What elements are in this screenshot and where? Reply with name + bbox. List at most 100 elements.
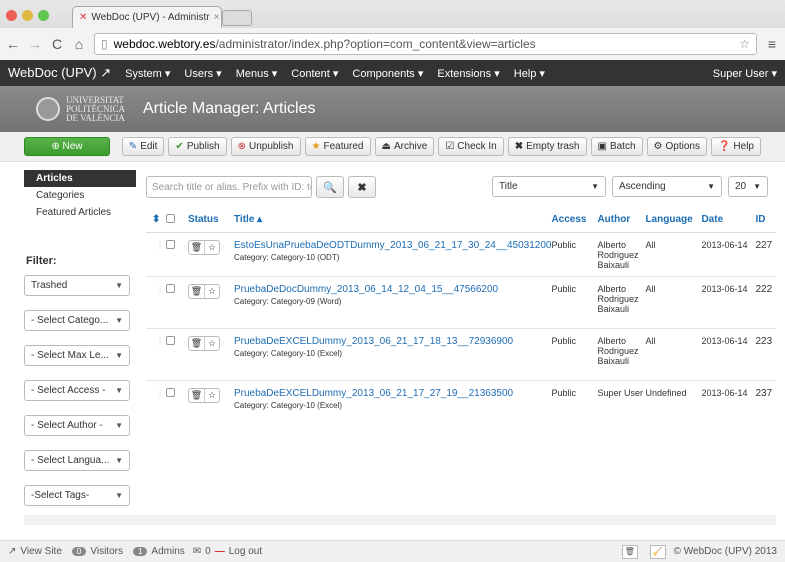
sort-direction-select[interactable]: Ascending ▼ [612, 176, 722, 197]
article-title-link[interactable]: EstoEsUnaPruebaDeODTDummy_2013_06_21_17_… [234, 240, 551, 251]
featured-star-icon[interactable]: ☆ [204, 284, 219, 298]
status-toggle[interactable]: 🗑 ☆ [188, 387, 220, 403]
menu-components[interactable]: Components ▾ [352, 67, 423, 80]
filter-author-select[interactable]: - Select Author - ▼ [24, 415, 130, 436]
clear-button[interactable]: ✖ [348, 176, 376, 198]
row-checkbox[interactable] [166, 283, 175, 293]
help-button[interactable]: ❓ Help [710, 137, 761, 156]
drag-handle-icon[interactable]: ⋮ [156, 285, 164, 294]
logout-link[interactable]: Log out [229, 546, 262, 557]
menu-extensions[interactable]: Extensions ▾ [437, 67, 499, 80]
drag-handle-icon[interactable]: ⋮ [156, 337, 164, 346]
limit-select[interactable]: 20 ▼ [728, 176, 768, 197]
maximize-window-button[interactable] [38, 10, 49, 21]
sidebar-item-featured[interactable]: Featured Articles [24, 204, 136, 221]
filter-category-select[interactable]: - Select Catego... ▼ [24, 310, 130, 331]
filter-language-select[interactable]: - Select Langua... ▼ [24, 450, 130, 471]
status-toggle[interactable]: 🗑 ☆ [188, 283, 220, 299]
bookmark-star-icon[interactable]: ☆ [739, 37, 750, 51]
view-site-link[interactable]: View Site [20, 546, 62, 557]
article-title-link[interactable]: PruebaDeDocDummy_2013_06_14_12_04_15__47… [234, 284, 551, 295]
menu-users[interactable]: Users ▾ [184, 67, 221, 80]
title-header[interactable]: Title ▴ [234, 208, 552, 233]
language-cell: All [645, 328, 702, 381]
home-icon[interactable]: ⌂ [72, 36, 86, 52]
close-window-button[interactable] [6, 10, 17, 21]
select-all-checkbox[interactable] [166, 213, 175, 223]
empty-trash-button[interactable]: ✖ Empty trash [507, 137, 587, 156]
broom-icon[interactable]: 🧹 [649, 544, 666, 559]
author-cell[interactable]: Super User [597, 380, 645, 432]
new-button[interactable]: ⊕ New [24, 137, 110, 156]
menu-system[interactable]: System ▾ [125, 67, 170, 80]
author-cell[interactable]: Alberto Rodriguez Baixauli [597, 328, 646, 381]
new-tab-button[interactable] [222, 10, 252, 26]
article-title-link[interactable]: PruebaDeEXCELDummy_2013_06_21_17_27_19__… [234, 388, 551, 399]
drag-handle-icon[interactable]: ⋮ [156, 241, 164, 250]
options-button[interactable]: ⚙ Options [646, 137, 707, 156]
unpublish-button[interactable]: ⊗ Unpublish [230, 137, 301, 156]
visitors-label[interactable]: Visitors [90, 546, 123, 557]
star-icon: ★ [311, 141, 321, 152]
author-cell[interactable]: Alberto Rodriguez Baixauli [597, 276, 646, 329]
menu-menus[interactable]: Menus ▾ [236, 67, 278, 80]
site-brand-link[interactable]: WebDoc (UPV) ↗ [8, 65, 111, 81]
admins-label[interactable]: Admins [151, 546, 184, 557]
archive-button[interactable]: ⏏ Archive [374, 137, 435, 156]
chevron-down-icon: ▼ [591, 182, 599, 191]
tab-close-icon[interactable]: × [214, 12, 220, 23]
featured-star-icon[interactable]: ☆ [204, 388, 219, 402]
trash-icon[interactable]: 🗑 [189, 337, 204, 350]
language-header[interactable]: Language [645, 208, 702, 233]
filter-access-select[interactable]: - Select Access - ▼ [24, 380, 130, 401]
search-input[interactable]: Search title or alias. Prefix with ID: t… [146, 176, 312, 198]
ordering-header-icon[interactable]: ⬍ [146, 208, 166, 233]
featured-star-icon[interactable]: ☆ [204, 240, 219, 254]
author-cell[interactable]: Alberto Rodriguez Baixauli [597, 232, 646, 277]
filter-maxlevel-select[interactable]: - Select Max Le... ▼ [24, 345, 130, 366]
filter-tags-select[interactable]: -Select Tags- ▼ [24, 485, 130, 506]
date-cell: 2013-06-14 [701, 387, 748, 398]
row-checkbox[interactable] [166, 239, 175, 249]
trash-icon[interactable]: 🗑 [189, 285, 204, 298]
menu-help[interactable]: Help ▾ [514, 67, 545, 80]
publish-button[interactable]: ✔ Publish [168, 137, 227, 156]
status-toggle[interactable]: 🗑 ☆ [188, 239, 220, 255]
checkin-button[interactable]: ☑ Check In [438, 137, 504, 156]
access-header[interactable]: Access [551, 208, 598, 233]
edit-button[interactable]: ✎ Edit [121, 137, 165, 156]
drag-handle-icon[interactable]: ⋮ [156, 389, 164, 398]
featured-button[interactable]: ★ Featured [304, 137, 371, 156]
status-toggle[interactable]: 🗑 ☆ [188, 335, 220, 351]
browser-chrome: ✕ WebDoc (UPV) - Administr × ← → C ⌂ ▯ w… [0, 0, 785, 60]
batch-button[interactable]: ▣ Batch [590, 137, 643, 156]
menu-icon[interactable]: ≡ [765, 36, 779, 52]
language-cell: Undefined [645, 387, 687, 398]
row-checkbox[interactable] [166, 387, 175, 397]
sidebar-item-articles[interactable]: Articles [24, 170, 136, 187]
trash-icon[interactable]: 🗑 [189, 241, 204, 254]
trash-footer-icon[interactable]: 🗑 [621, 544, 638, 559]
trash-icon[interactable]: 🗑 [189, 389, 204, 402]
publish-label: Publish [186, 141, 220, 152]
sidebar-item-categories[interactable]: Categories [24, 187, 136, 204]
filter-status-select[interactable]: Trashed ▼ [24, 275, 130, 296]
article-title-link[interactable]: PruebaDeEXCELDummy_2013_06_21_17_18_13__… [234, 336, 551, 347]
author-header[interactable]: Author [597, 208, 646, 233]
featured-star-icon[interactable]: ☆ [204, 336, 219, 350]
messages-count[interactable]: 0 [205, 546, 211, 557]
status-header[interactable]: Status [188, 208, 234, 233]
search-button[interactable]: 🔍 [316, 176, 344, 198]
reload-icon[interactable]: C [50, 36, 64, 52]
user-menu[interactable]: Super User ▾ [713, 67, 777, 80]
forward-arrow-icon[interactable]: → [28, 36, 42, 52]
browser-tab[interactable]: ✕ WebDoc (UPV) - Administr × [72, 6, 222, 28]
sort-field-select[interactable]: Title ▼ [492, 176, 606, 197]
menu-content[interactable]: Content ▾ [291, 67, 338, 80]
row-checkbox[interactable] [166, 335, 175, 345]
back-arrow-icon[interactable]: ← [6, 36, 20, 52]
id-header[interactable]: ID [755, 208, 776, 233]
minimize-window-button[interactable] [22, 10, 33, 21]
date-header[interactable]: Date [701, 208, 756, 233]
address-bar[interactable]: ▯ webdoc.webtory.es/administrator/index.… [94, 33, 757, 55]
